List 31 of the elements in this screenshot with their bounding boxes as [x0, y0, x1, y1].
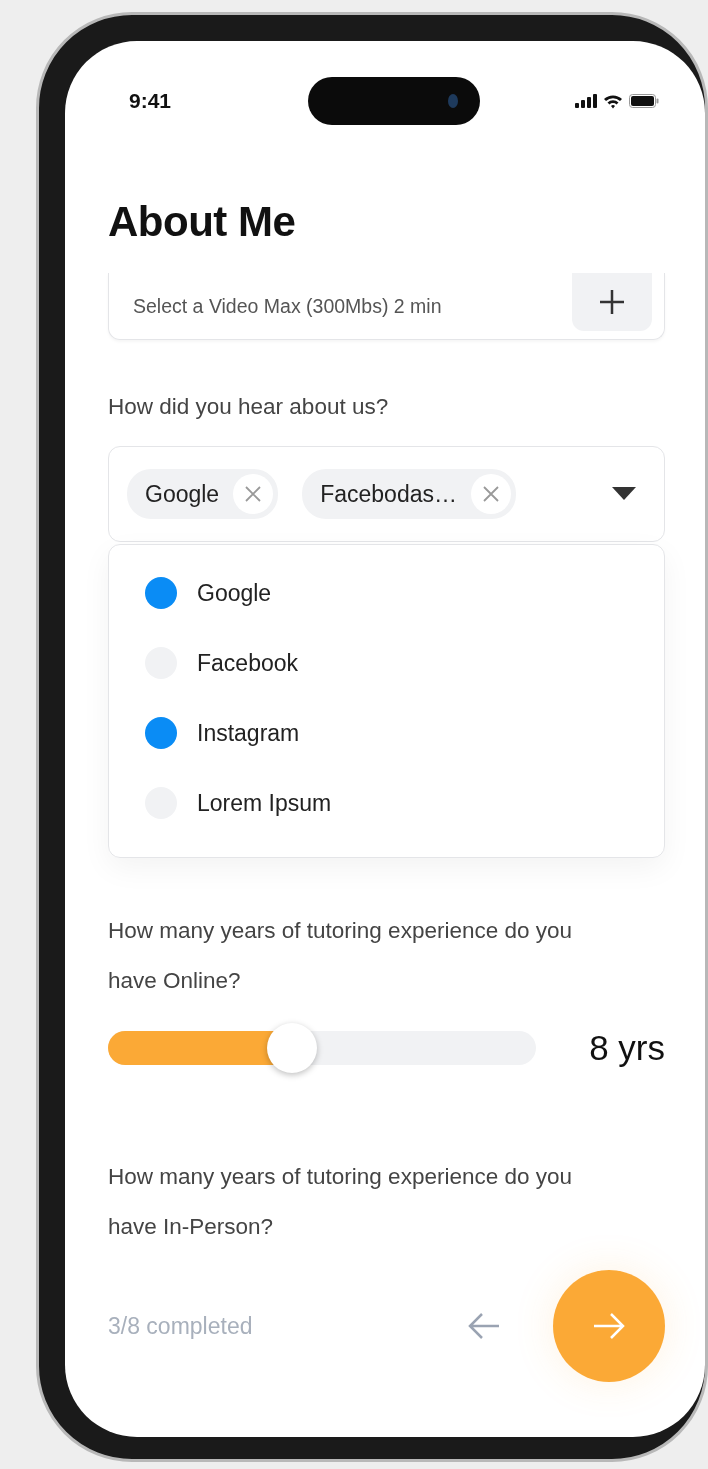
close-icon [483, 486, 499, 503]
question-label: How did you hear about us? [108, 393, 390, 422]
signal-icon [575, 94, 597, 108]
progress-text: 3/8 completed [108, 1312, 253, 1340]
left-arrow-icon [467, 1312, 501, 1341]
add-video-button[interactable] [572, 273, 652, 332]
battery-icon [629, 94, 659, 108]
camera-icon [446, 92, 460, 110]
page-title: About Me [108, 197, 297, 247]
status-time: 9:41 [129, 89, 173, 113]
option-item[interactable]: Instagram [145, 717, 300, 750]
caret-icon [612, 487, 636, 502]
remove-chip-button[interactable] [471, 474, 511, 515]
question-label: How many years of tutoring experience do you have Online? [108, 917, 573, 996]
chip-label: Google [145, 480, 220, 508]
chip-label: Facebodas… [320, 480, 457, 508]
video-input[interactable]: Select a Video Max (300Mbs) 2 min [131, 293, 572, 319]
question-label: How many years of tutoring experience do you have In-Person? [108, 1163, 573, 1242]
plus-icon [598, 288, 626, 317]
option-item[interactable]: Facebook [145, 647, 298, 680]
close-icon [245, 486, 262, 503]
video-upload-field[interactable]: Select a Video Max (300Mbs) 2 min [108, 273, 665, 341]
back-button[interactable] [467, 1312, 501, 1341]
option-item[interactable]: Lorem Ipsum [145, 787, 332, 820]
multi-select-dropdown[interactable]: Google Facebodas… [108, 446, 665, 543]
option-item[interactable]: Google [145, 577, 272, 610]
slider-thumb[interactable] [267, 1023, 318, 1074]
right-arrow-icon [592, 1312, 626, 1341]
wifi-icon [603, 93, 623, 109]
slider-value: 8 yrs [589, 1028, 665, 1069]
remove-chip-button[interactable] [233, 474, 274, 515]
